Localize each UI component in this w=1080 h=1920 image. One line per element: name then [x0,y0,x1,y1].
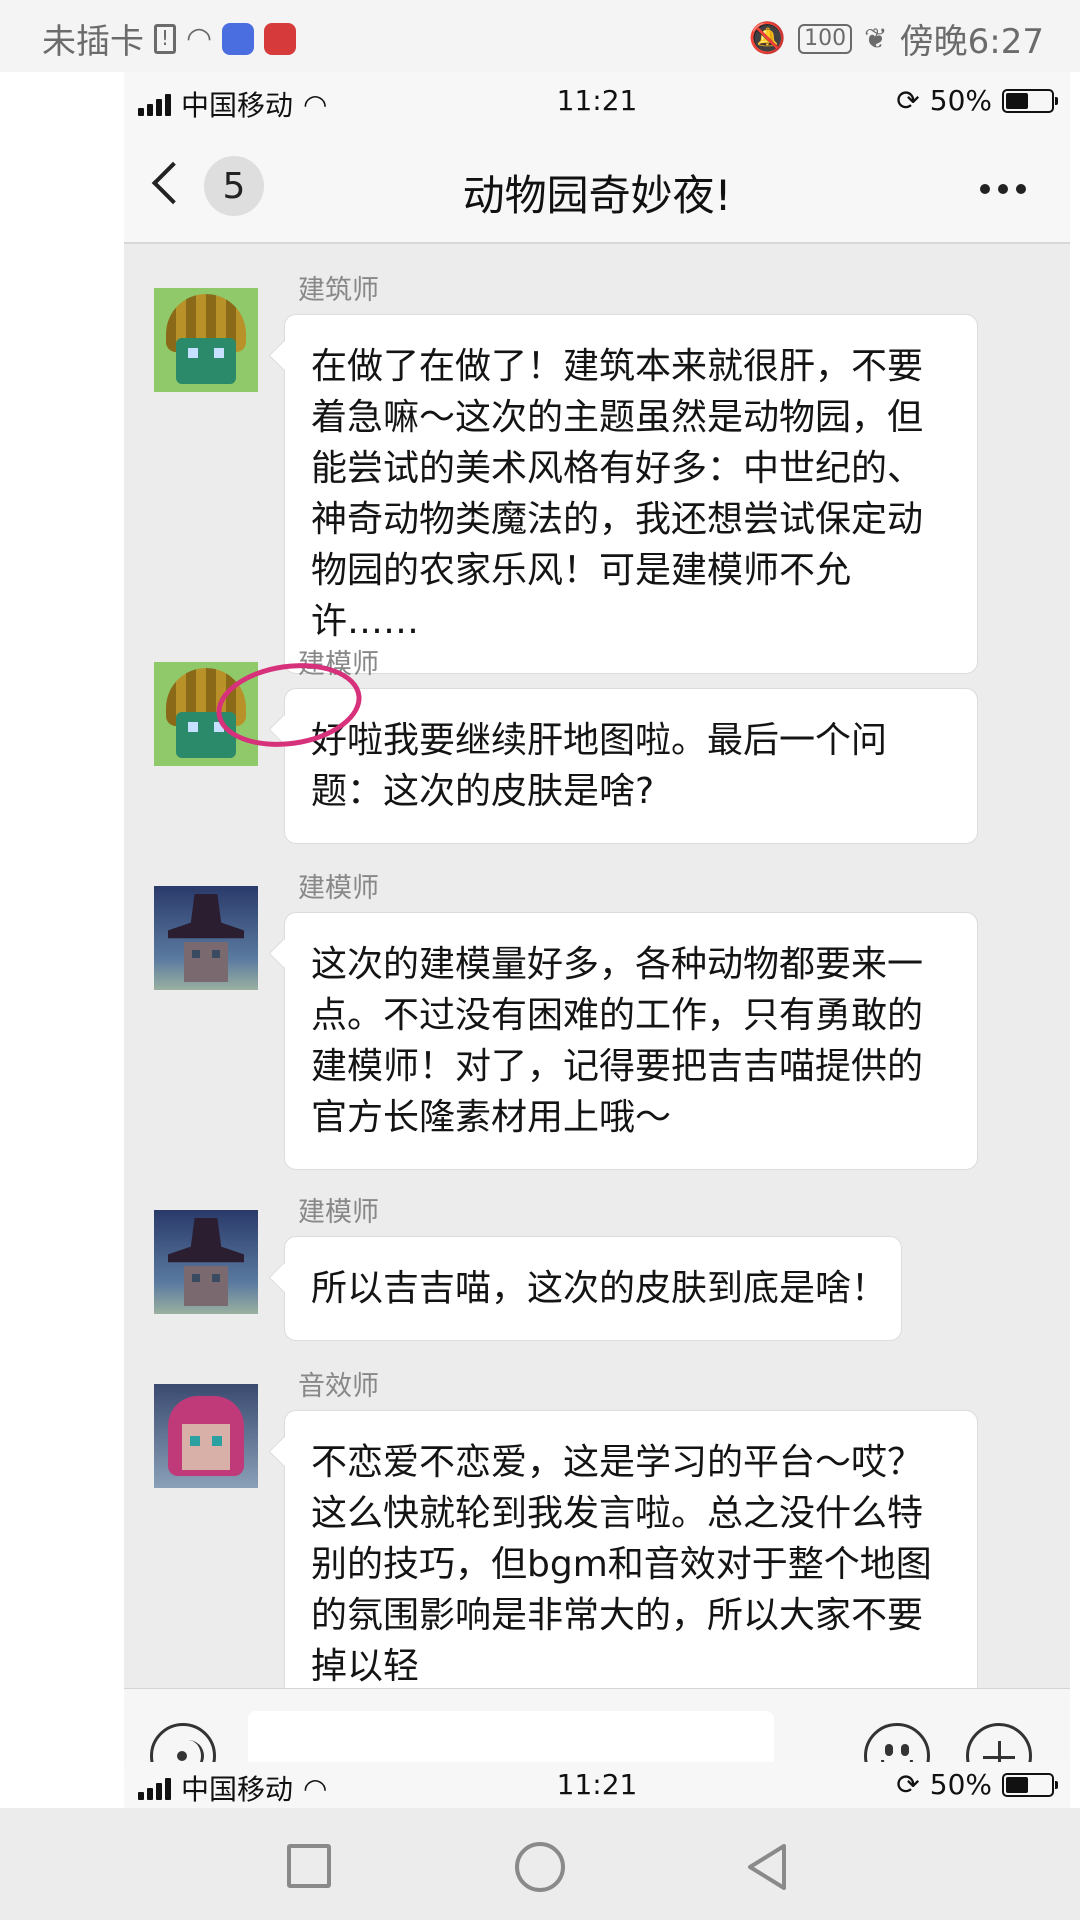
sim-alert-icon: ! [154,23,176,54]
sender-name: 建模师 [298,1197,379,1228]
ios-status-bar: 中国移动 ◠ 11:21 ⟳ 50% [124,72,1070,132]
android-status-bar: 未插卡 ! ◠ 🔕 100 ❦ 傍晚6:27 [0,0,1080,72]
rotation-lock-icon: ⟳ [896,84,920,117]
screen: 未插卡 ! ◠ 🔕 100 ❦ 傍晚6:27 中国移动 ◠ 11:21 ⟳ 50… [0,0,1080,1920]
message-bubble[interactable]: 好啦我要继续肝地图啦。最后一个问题：这次的皮肤是啥? [284,688,978,844]
home-circle-icon[interactable] [515,1842,565,1892]
message-bubble[interactable]: 这次的建模量好多，各种动物都要来一点。不过没有困难的工作，只有勇敢的建模师！对了… [284,912,978,1170]
music-app-icon [222,22,255,55]
message-list[interactable]: 建筑师 在做了在做了！建筑本来就很肝，不要着急嘛～这次的主题虽然是动物园，但能尝… [124,244,1070,1688]
ios-status-bar-bottom: 中国移动 ◠ 11:21 ⟳ 50% [124,1762,1070,1808]
chat-header: 5 动物园奇妙夜! [124,132,1070,244]
sender-name: 建模师 [298,873,379,904]
battery-percent: 50% [929,84,992,117]
battery-icon [1002,1772,1058,1797]
outer-battery-level: 100 [804,26,847,51]
recents-square-icon[interactable] [287,1844,331,1888]
outer-battery-icon: 100 [798,23,853,54]
bee-helmet-avatar[interactable] [154,288,258,392]
chat-screenshot: 中国移动 ◠ 11:21 ⟳ 50% 5 动物园奇妙夜! 建筑师 在做了在做了！… [124,72,1070,1808]
rotation-lock-icon: ⟳ [896,1768,920,1801]
outer-clock: 傍晚6:27 [899,22,1044,62]
witch-hat-avatar[interactable] [154,886,258,990]
message-bubble[interactable]: 在做了在做了！建筑本来就很肝，不要着急嘛～这次的主题虽然是动物园，但能尝试的美术… [284,314,978,674]
more-options-icon[interactable] [980,184,1026,194]
message-bubble[interactable]: 所以吉吉喵，这次的皮肤到底是啥！ [284,1236,902,1341]
sim-status-text: 未插卡 [42,22,144,62]
back-triangle-icon[interactable] [744,1842,790,1892]
leaf-icon: ❦ [864,22,888,55]
mute-bell-icon: 🔕 [748,21,787,56]
battery-percent: 50% [929,1768,992,1801]
battery-icon [1002,88,1058,113]
witch-hat-avatar[interactable] [154,1210,258,1314]
chat-title: 动物园奇妙夜! [462,171,732,220]
message-bubble[interactable]: 不恋爱不恋爱，这是学习的平台～哎？这么快就轮到我发言啦。总之没什么特别的技巧，但… [284,1410,978,1688]
reader-app-icon [264,22,297,55]
pink-hair-avatar[interactable] [154,1384,258,1488]
sender-name: 建筑师 [298,275,379,306]
sender-name: 音效师 [298,1371,379,1402]
wifi-icon: ◠ [186,21,213,56]
android-navigation-bar [0,1808,1080,1920]
